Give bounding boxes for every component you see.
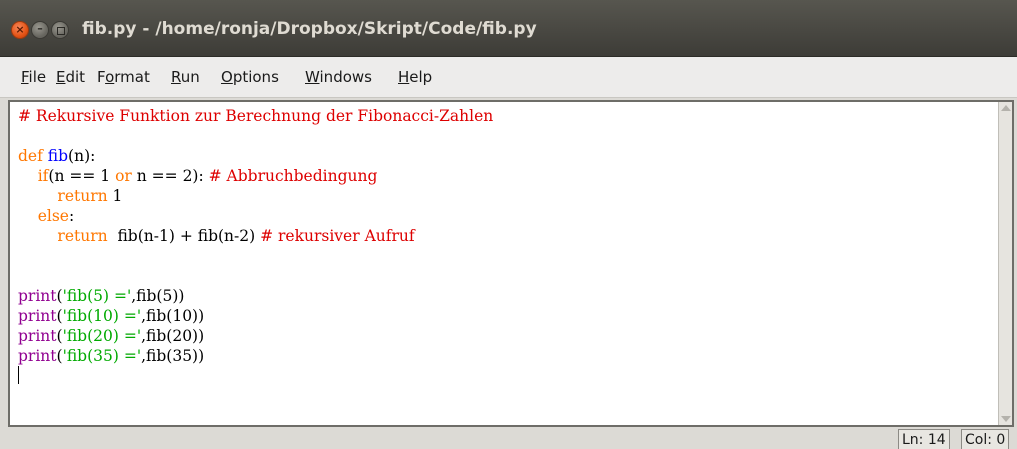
maximize-window-icon[interactable] [51,21,69,39]
code-line[interactable]: return fib(n-1) + fib(n-2) # rekursiver … [18,226,998,246]
code-line[interactable]: print('fib(35) =',fib(35)) [18,346,998,366]
code-line[interactable] [18,126,998,146]
menu-run[interactable]: Run [171,57,200,98]
code-line[interactable]: # Rekursive Funktion zur Berechnung der … [18,106,998,126]
code-line[interactable]: if(n == 1 or n == 2): # Abbruchbedingung [18,166,998,186]
code-line[interactable] [18,266,998,286]
vertical-scrollbar[interactable] [998,102,1012,425]
code-token: 'fib(20) =' [62,327,142,345]
menu-bar: File Edit Format Run Options Windows Hel… [0,57,1017,98]
text-cursor [18,366,19,384]
status-bar: Ln: 14 Col: 0 [0,429,1017,449]
code-token: print [18,287,57,305]
menu-edit[interactable]: Edit [56,57,85,98]
code-token: 'fib(5) =' [62,287,132,305]
code-token: print [18,347,57,365]
code-token: if [37,167,49,185]
code-token: ,fib(5)) [131,287,185,305]
code-token: (n == 1 [48,167,116,185]
close-window-icon[interactable]: × [11,21,29,39]
code-token: n == 2): [131,167,209,185]
code-token: 'fib(35) =' [62,347,142,365]
menu-windows[interactable]: Windows [305,57,372,98]
code-token: fib(n-1) + fib(n-2) [107,227,261,245]
code-token: ,fib(20)) [141,327,205,345]
code-token: return [57,227,108,245]
code-token: 'fib(10) =' [62,307,142,325]
menu-help[interactable]: Help [398,57,432,98]
minimize-window-icon[interactable]: – [31,21,49,39]
code-line[interactable]: return 1 [18,186,998,206]
code-token: # rekursiver Aufruf [260,227,415,245]
title-bar: × – fib.py - /home/ronja/Dropbox/Skript/… [0,0,1017,57]
status-line-number: Ln: 14 [898,429,950,449]
code-token: def [18,147,43,165]
code-token: 1 [107,187,123,205]
menu-options[interactable]: Options [221,57,279,98]
code-line[interactable]: print('fib(10) =',fib(10)) [18,306,998,326]
status-column-number: Col: 0 [961,429,1010,449]
code-token: print [18,327,57,345]
scroll-down-icon[interactable] [1001,416,1011,422]
code-editor[interactable]: # Rekursive Funktion zur Berechnung der … [8,100,1014,427]
code-token: : [68,207,75,225]
scroll-up-icon[interactable] [1001,105,1011,111]
code-text-area[interactable]: # Rekursive Funktion zur Berechnung der … [18,106,998,424]
code-token: else [37,207,69,225]
code-token: print [18,307,57,325]
code-line[interactable]: else: [18,206,998,226]
code-line[interactable]: def fib(n): [18,146,998,166]
code-token: (n): [68,147,96,165]
window-title: fib.py - /home/ronja/Dropbox/Skript/Code… [82,19,537,39]
code-token: # Rekursive Funktion zur Berechnung der … [18,107,494,125]
code-token: return [57,187,108,205]
code-line[interactable]: print('fib(5) =',fib(5)) [18,286,998,306]
code-line[interactable]: print('fib(20) =',fib(20)) [18,326,998,346]
code-line[interactable] [18,366,998,386]
code-token: or [115,167,132,185]
menu-file[interactable]: File [21,57,46,98]
menu-format[interactable]: Format [97,57,150,98]
code-token: fib [47,147,69,165]
code-token: # Abbruchbedingung [208,167,378,185]
code-token: ,fib(35)) [141,347,205,365]
code-line[interactable] [18,246,998,266]
code-token: ,fib(10)) [141,307,205,325]
